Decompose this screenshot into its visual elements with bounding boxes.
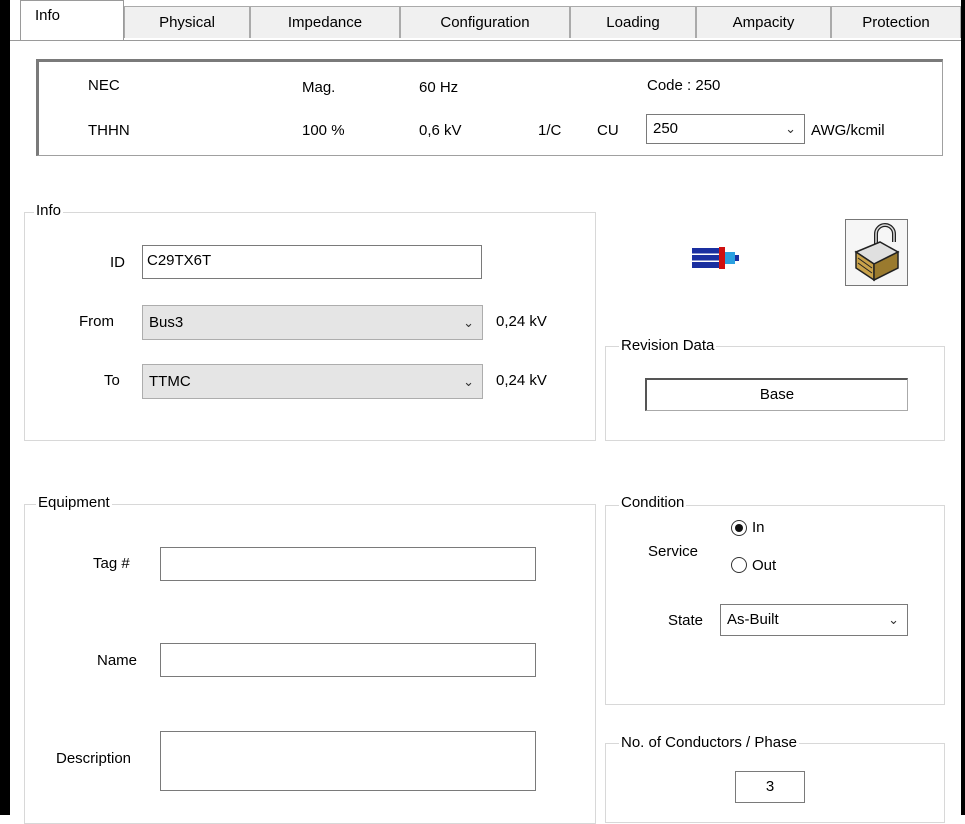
tag-label: Tag # bbox=[93, 555, 130, 572]
state-select-value: As-Built bbox=[727, 611, 779, 628]
service-out-label[interactable]: Out bbox=[752, 557, 776, 574]
magnetic-label: Mag. bbox=[302, 79, 336, 96]
lock-icon bbox=[854, 223, 900, 282]
standard-label: NEC bbox=[88, 77, 120, 94]
tag-input[interactable] bbox=[160, 547, 536, 581]
name-label: Name bbox=[97, 652, 138, 669]
tab-configuration[interactable]: Configuration bbox=[400, 6, 570, 38]
service-out-radio[interactable] bbox=[731, 557, 747, 573]
conductors-per-phase-input[interactable]: 3 bbox=[735, 771, 805, 803]
state-label: State bbox=[668, 612, 704, 629]
to-label: To bbox=[104, 372, 120, 389]
service-in-radio[interactable] bbox=[731, 520, 747, 536]
insulation-label: THHN bbox=[88, 122, 130, 139]
window-border-right bbox=[961, 0, 965, 815]
chevron-down-icon: ⌄ bbox=[888, 612, 899, 627]
chevron-down-icon: ⌄ bbox=[785, 121, 796, 136]
tab-ampacity[interactable]: Ampacity bbox=[696, 6, 831, 38]
material-label: CU bbox=[597, 122, 619, 139]
tab-impedance[interactable]: Impedance bbox=[250, 6, 400, 38]
from-kv-label: 0,24 kV bbox=[496, 313, 547, 330]
id-label: ID bbox=[110, 254, 125, 271]
equipment-group-title: Equipment bbox=[36, 494, 112, 511]
service-label: Service bbox=[648, 543, 699, 560]
conductor-config-label: 1/C bbox=[538, 122, 562, 139]
size-unit-label: AWG/kcmil bbox=[811, 122, 885, 139]
revision-field: Base bbox=[645, 378, 908, 411]
from-bus-value: Bus3 bbox=[149, 314, 184, 331]
voltage-label: 0,6 kV bbox=[419, 122, 462, 139]
revision-group-title: Revision Data bbox=[619, 337, 717, 354]
chevron-down-icon: ⌄ bbox=[463, 374, 474, 389]
service-in-label[interactable]: In bbox=[752, 519, 765, 536]
window-border-left bbox=[0, 0, 10, 815]
tab-loading[interactable]: Loading bbox=[570, 6, 696, 38]
condition-group-title: Condition bbox=[619, 494, 687, 511]
info-group-title: Info bbox=[34, 202, 64, 219]
id-input[interactable]: C29TX6T bbox=[142, 245, 482, 279]
cable-icon[interactable] bbox=[691, 245, 741, 271]
description-label: Description bbox=[56, 750, 132, 767]
frequency-label: 60 Hz bbox=[419, 79, 459, 96]
from-label: From bbox=[79, 313, 114, 330]
tab-physical[interactable]: Physical bbox=[124, 6, 250, 38]
chevron-down-icon: ⌄ bbox=[463, 315, 474, 330]
lock-button[interactable] bbox=[845, 219, 908, 286]
size-select[interactable]: 250 ⌄ bbox=[646, 114, 805, 144]
percent-label: 100 % bbox=[302, 122, 345, 139]
name-input[interactable] bbox=[160, 643, 536, 677]
tab-underline bbox=[10, 40, 961, 41]
from-bus-select[interactable]: Bus3 ⌄ bbox=[142, 305, 483, 340]
state-select[interactable]: As-Built ⌄ bbox=[720, 604, 908, 636]
to-bus-select[interactable]: TTMC ⌄ bbox=[142, 364, 483, 399]
to-bus-value: TTMC bbox=[149, 373, 191, 390]
code-label: Code : 250 bbox=[647, 77, 721, 94]
to-kv-label: 0,24 kV bbox=[496, 372, 547, 389]
conductors-group-title: No. of Conductors / Phase bbox=[619, 734, 799, 751]
size-select-value: 250 bbox=[653, 120, 679, 137]
tab-protection[interactable]: Protection bbox=[831, 6, 961, 38]
cable-summary-box bbox=[36, 59, 943, 156]
tab-info[interactable]: Info bbox=[20, 0, 124, 41]
description-textarea[interactable] bbox=[160, 731, 536, 791]
